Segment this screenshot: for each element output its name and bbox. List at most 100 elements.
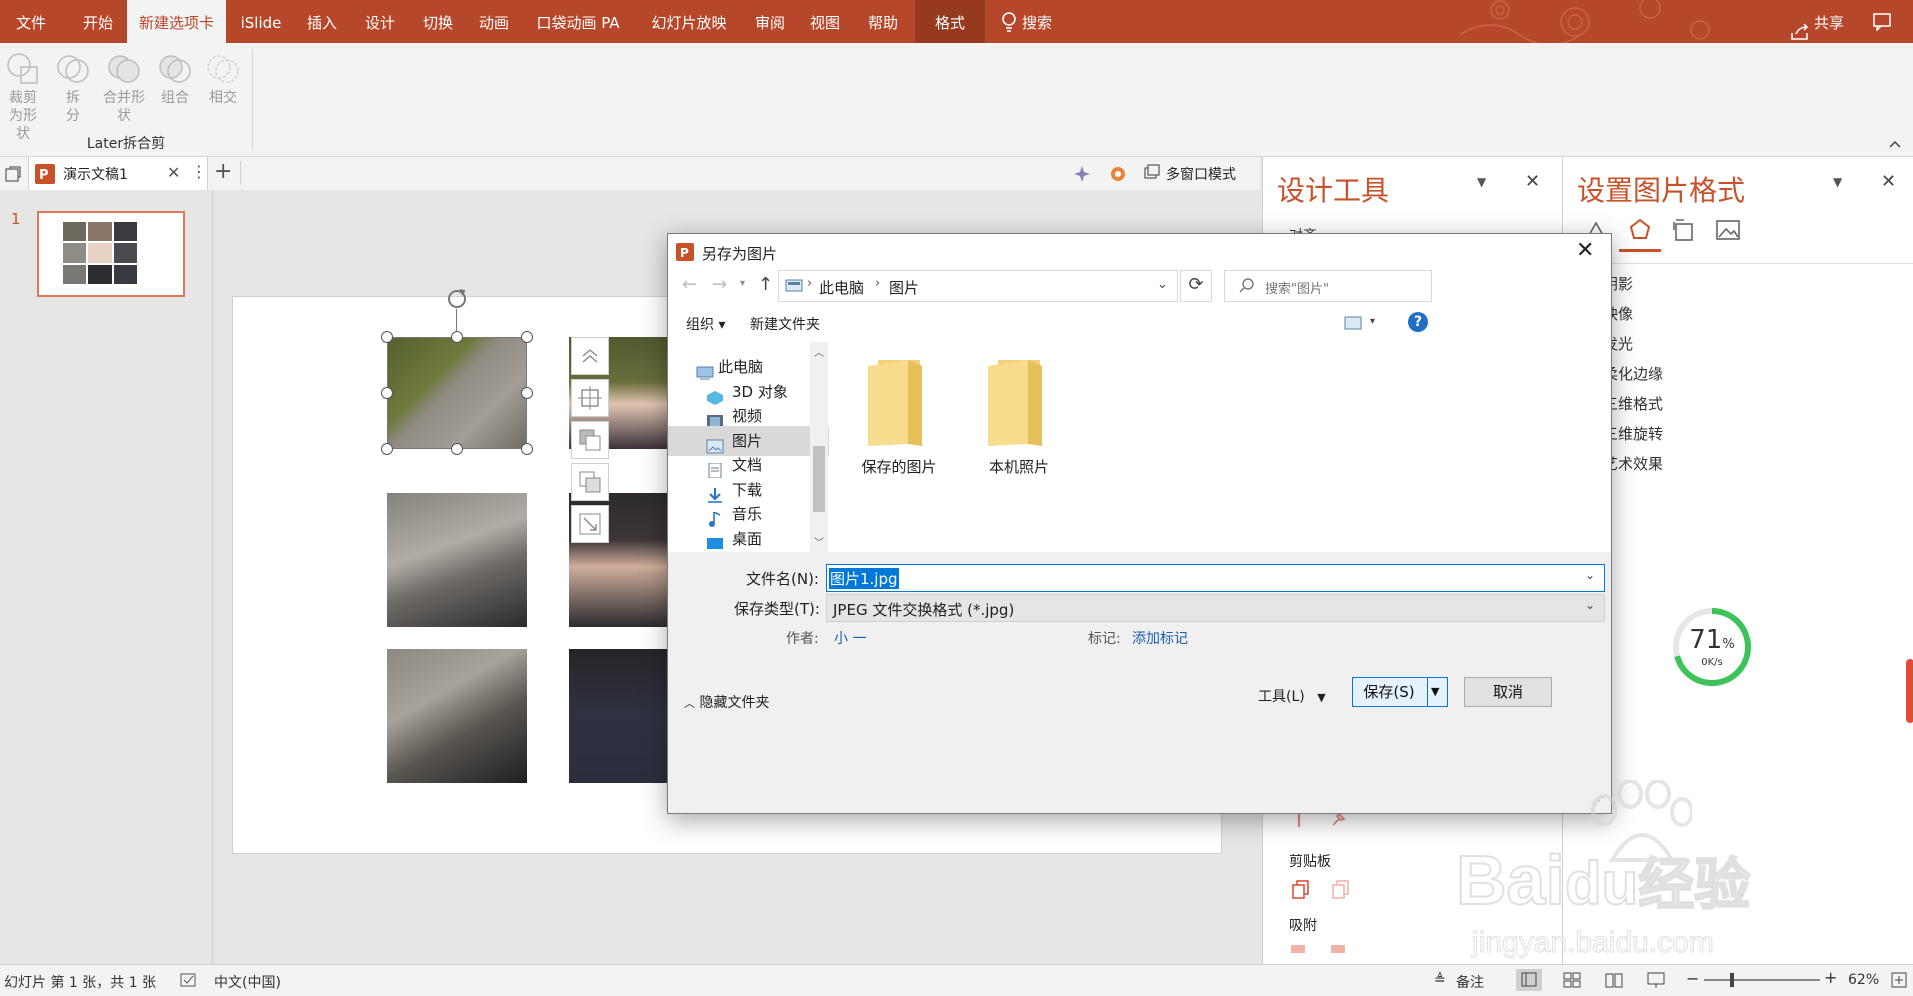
comments-icon[interactable] bbox=[1872, 11, 1892, 32]
magic-icon[interactable] bbox=[1072, 164, 1092, 188]
cancel-button[interactable]: 取消 bbox=[1464, 677, 1552, 707]
slideshow-icon[interactable] bbox=[1646, 971, 1666, 993]
pane-menu-icon[interactable]: ▼ bbox=[1833, 175, 1842, 189]
multi-window-icon[interactable] bbox=[1144, 164, 1160, 184]
center-align-icon[interactable] bbox=[571, 379, 609, 417]
union-button[interactable]: 组合 bbox=[152, 51, 198, 107]
paste-icon[interactable] bbox=[1331, 879, 1351, 903]
share-button[interactable]: 共享 bbox=[1786, 0, 1856, 43]
folder-camera-roll[interactable]: 本机照片 bbox=[959, 356, 1079, 477]
picture-icon[interactable] bbox=[1715, 217, 1741, 247]
settings-icon[interactable] bbox=[1108, 164, 1128, 188]
zoom-slider[interactable] bbox=[1704, 979, 1820, 981]
merge-shapes-button[interactable]: 合并形状 bbox=[98, 51, 150, 125]
notes-button[interactable]: 备注 bbox=[1456, 972, 1484, 992]
split-button[interactable]: 拆分 bbox=[50, 51, 96, 125]
tell-me-search[interactable]: 搜索 bbox=[998, 0, 1068, 43]
3d-format-section[interactable]: 三维格式 bbox=[1603, 393, 1663, 414]
slide-thumbnail[interactable] bbox=[37, 211, 185, 297]
resize-handle[interactable] bbox=[381, 387, 393, 399]
new-folder-button[interactable]: 新建文件夹 bbox=[750, 314, 820, 334]
accessibility-icon[interactable] bbox=[180, 972, 198, 992]
refresh-icon[interactable]: ⟳ bbox=[1180, 270, 1212, 302]
breadcrumb-this-pc[interactable]: 此电脑 bbox=[819, 277, 864, 298]
tab-pocket-animation[interactable]: 口袋动画 PA bbox=[528, 0, 628, 43]
tab-help[interactable]: 帮助 bbox=[858, 0, 908, 43]
tab-transitions[interactable]: 切换 bbox=[410, 0, 466, 43]
collapse-ribbon-icon[interactable] bbox=[1888, 135, 1902, 153]
language[interactable]: 中文(中国) bbox=[214, 972, 281, 992]
nav-scrollbar[interactable]: ︿ ﹀ bbox=[810, 342, 828, 552]
resize-icon[interactable] bbox=[571, 505, 609, 543]
close-tab-icon[interactable]: ✕ bbox=[167, 163, 180, 182]
resize-handle[interactable] bbox=[451, 443, 463, 455]
reading-view-icon[interactable] bbox=[1604, 971, 1624, 993]
zoom-slider-thumb[interactable] bbox=[1730, 973, 1734, 987]
folder-saved-pictures[interactable]: 保存的图片 bbox=[839, 356, 959, 477]
forward-arrow-icon[interactable]: → bbox=[712, 274, 727, 295]
close-dialog-icon[interactable]: ✕ bbox=[1576, 238, 1594, 263]
bring-forward-icon[interactable] bbox=[571, 421, 609, 459]
add-tags-link[interactable]: 添加标记 bbox=[1132, 628, 1188, 648]
new-tab-icon[interactable]: + bbox=[214, 159, 232, 184]
chevron-down-icon[interactable]: ▼ bbox=[1431, 678, 1439, 706]
resize-handle[interactable] bbox=[381, 331, 393, 343]
image-tile-7[interactable] bbox=[387, 649, 527, 783]
size-properties-icon[interactable] bbox=[1671, 217, 1697, 247]
artistic-effects-section[interactable]: 艺术效果 bbox=[1603, 453, 1663, 474]
close-pane-icon[interactable]: ✕ bbox=[1525, 171, 1540, 192]
tab-insert[interactable]: 插入 bbox=[296, 0, 348, 43]
chevron-down-icon[interactable]: ▾ bbox=[1370, 316, 1375, 327]
search-input[interactable]: 搜索"图片" bbox=[1224, 270, 1432, 302]
scrollbar-thumb[interactable] bbox=[1906, 659, 1913, 723]
fit-to-window-icon[interactable] bbox=[1890, 971, 1908, 993]
resize-handle[interactable] bbox=[381, 443, 393, 455]
network-speed-widget[interactable]: 71% 0K/s bbox=[1670, 605, 1754, 689]
tab-design[interactable]: 设计 bbox=[352, 0, 408, 43]
back-arrow-icon[interactable]: ← bbox=[682, 274, 697, 295]
help-icon[interactable]: ? bbox=[1408, 312, 1428, 332]
filetype-select[interactable]: JPEG 文件交换格式 (*.jpg) ⌄ bbox=[826, 594, 1605, 622]
3d-rotation-section[interactable]: 三维旋转 bbox=[1603, 423, 1663, 444]
more-options-icon[interactable]: ⋮ bbox=[191, 162, 207, 181]
address-bar[interactable]: › 此电脑 › 图片 ⌄ bbox=[778, 270, 1178, 302]
resize-handle[interactable] bbox=[521, 387, 533, 399]
slide-sorter-icon[interactable] bbox=[1562, 971, 1582, 993]
tab-slideshow[interactable]: 幻灯片放映 bbox=[640, 0, 738, 43]
image-tile-8[interactable] bbox=[569, 649, 669, 783]
hide-folders-toggle[interactable]: ︿ 隐藏文件夹 bbox=[684, 692, 769, 712]
tab-animations[interactable]: 动画 bbox=[466, 0, 522, 43]
image-tile-4[interactable] bbox=[387, 493, 527, 627]
tab-format[interactable]: 格式 bbox=[915, 0, 985, 43]
tab-view[interactable]: 视图 bbox=[800, 0, 850, 43]
document-tab[interactable]: P 演示文稿1 ✕ ⋮ bbox=[28, 157, 208, 190]
save-button[interactable]: 保存(S) ▼ bbox=[1352, 677, 1448, 707]
scrollbar-thumb[interactable] bbox=[813, 446, 825, 512]
tab-home[interactable]: 开始 bbox=[66, 0, 130, 43]
resize-handle[interactable] bbox=[521, 331, 533, 343]
crop-to-shape-button[interactable]: 裁剪为形状 bbox=[0, 51, 46, 143]
breadcrumb-pictures[interactable]: 图片 bbox=[889, 277, 919, 298]
recent-locations-icon[interactable]: ▾ bbox=[740, 278, 745, 289]
tools-button[interactable]: 工具(L) ▼ bbox=[1258, 686, 1326, 706]
close-pane-icon[interactable]: ✕ bbox=[1881, 171, 1896, 192]
tab-file[interactable]: 文件 bbox=[0, 0, 62, 43]
restore-icon[interactable] bbox=[4, 165, 22, 187]
pane-menu-icon[interactable]: ▼ bbox=[1477, 175, 1486, 189]
zoom-out-icon[interactable]: − bbox=[1686, 969, 1699, 988]
organize-button[interactable]: 组织 ▾ bbox=[686, 314, 725, 334]
filename-field[interactable]: 图片1.jpg ⌄ bbox=[826, 564, 1605, 592]
author-value[interactable]: 小 一 bbox=[834, 628, 866, 648]
chevron-down-icon[interactable]: ⌄ bbox=[1585, 568, 1595, 582]
send-backward-icon[interactable] bbox=[571, 463, 609, 501]
multi-window-mode-button[interactable]: 多窗口模式 bbox=[1166, 164, 1236, 184]
resize-handle[interactable] bbox=[521, 443, 533, 455]
notes-icon[interactable]: ≜ bbox=[1434, 972, 1446, 988]
up-arrow-icon[interactable]: ↑ bbox=[758, 274, 773, 295]
tab-islide[interactable]: iSlide bbox=[230, 0, 292, 43]
tab-new[interactable]: 新建选项卡 bbox=[127, 0, 226, 43]
zoom-level[interactable]: 62% bbox=[1848, 972, 1879, 988]
rotate-handle-icon[interactable] bbox=[445, 287, 469, 315]
zoom-in-icon[interactable]: + bbox=[1824, 968, 1837, 987]
move-up-icon[interactable] bbox=[571, 337, 609, 375]
